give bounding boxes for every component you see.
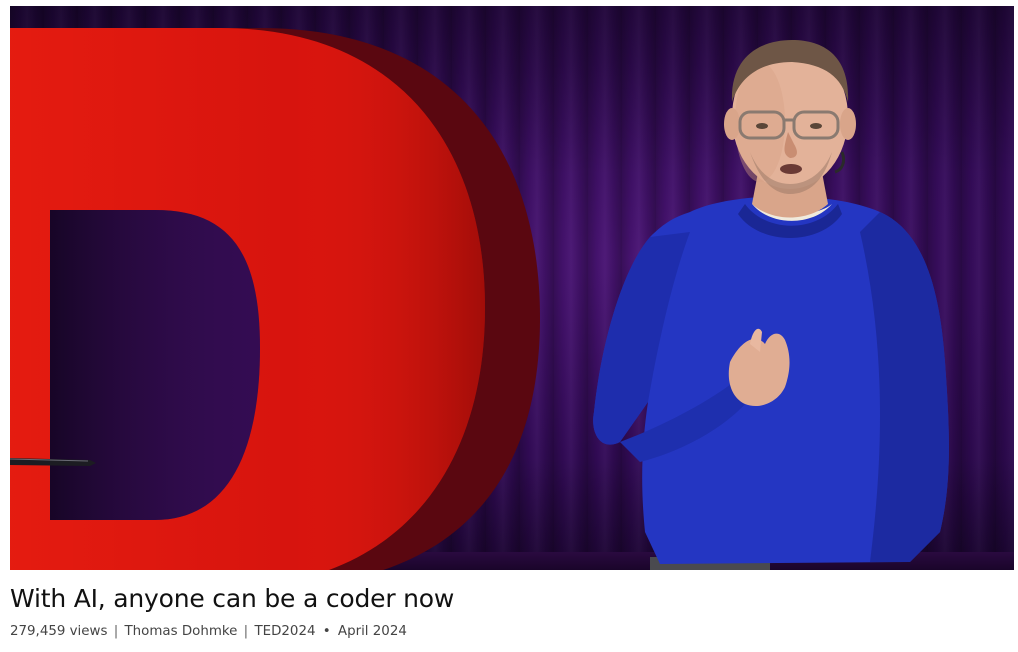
talk-date: April 2024 — [337, 624, 407, 639]
speaker-figure — [593, 40, 949, 570]
talk-title[interactable]: With AI, anyone can be a coder now — [10, 584, 454, 613]
ted-letter-d-icon — [10, 28, 540, 570]
video-player[interactable] — [10, 6, 1014, 570]
separator: | — [113, 624, 119, 639]
separator: | — [243, 624, 249, 639]
bullet: • — [322, 624, 331, 639]
microphone-stand-icon — [10, 458, 96, 466]
view-count: 279,459 views — [10, 624, 108, 639]
speaker-name: Thomas Dohmke — [124, 624, 238, 639]
talk-metadata: 279,459 views | Thomas Dohmke | TED2024 … — [10, 624, 407, 639]
event-name: TED2024 — [254, 624, 316, 639]
